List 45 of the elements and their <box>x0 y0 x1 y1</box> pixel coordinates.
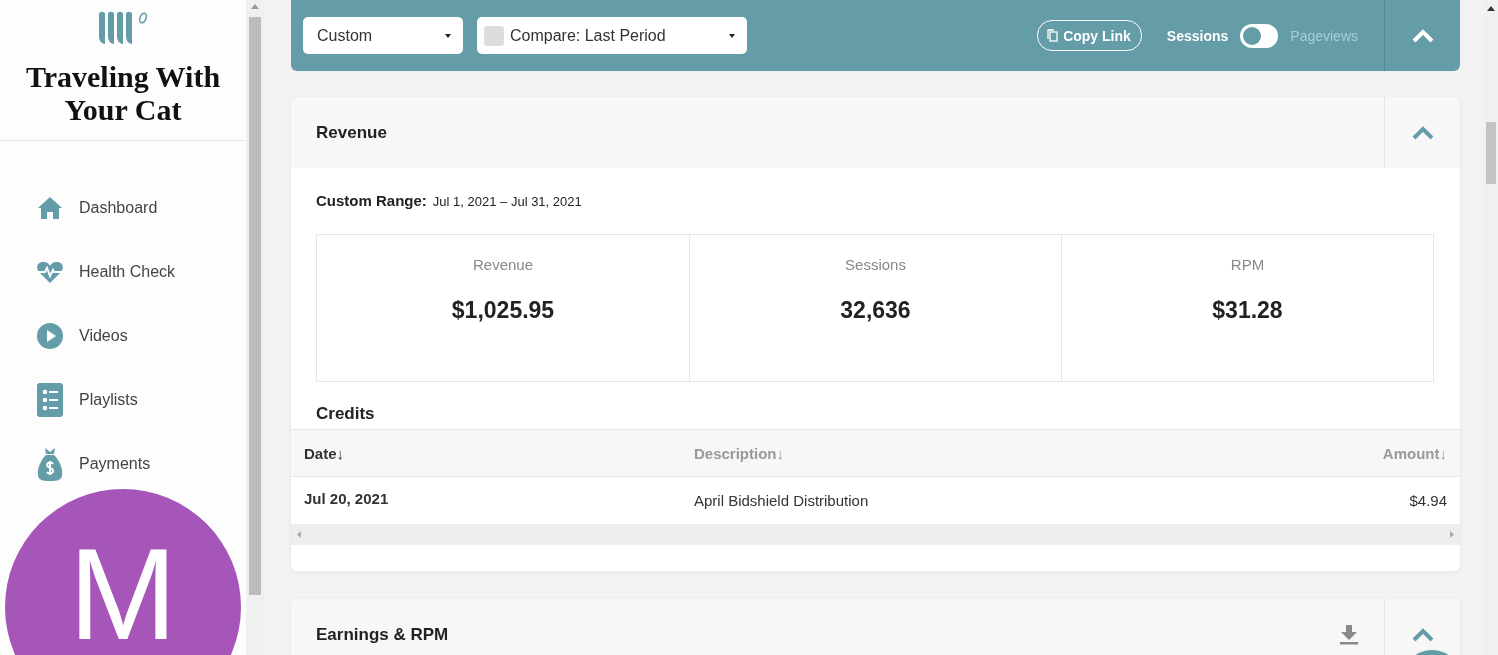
horizontal-scrollbar[interactable] <box>291 524 1460 545</box>
chevron-up-icon[interactable] <box>1411 125 1434 140</box>
scrollbar-thumb[interactable] <box>1486 122 1496 184</box>
heartbeat-icon <box>36 260 64 284</box>
caret-icon <box>729 33 735 38</box>
toggle-label: Sessions <box>1166 27 1229 44</box>
nav-item[interactable]: Payments <box>36 447 151 481</box>
scroll-left-icon[interactable] <box>297 531 301 538</box>
stat-label: RPM <box>1230 256 1265 273</box>
scroll-right-icon[interactable] <box>1450 531 1454 538</box>
scrollbar-thumb[interactable] <box>249 17 261 595</box>
play-icon <box>37 323 63 349</box>
stat-label: Revenue <box>472 256 533 273</box>
nav-item[interactable]: Health Check <box>36 255 176 289</box>
download-icon[interactable] <box>1340 624 1358 645</box>
copy-icon <box>1047 29 1059 42</box>
range-label: Custom Range: <box>316 192 427 209</box>
chevron-up-icon[interactable] <box>1411 627 1434 642</box>
stat-value: $1,025.95 <box>451 297 555 324</box>
caret-icon <box>445 33 451 38</box>
column-header[interactable]: Date↓ <box>291 429 681 477</box>
range-value: Jul 1, 2021 – Jul 31, 2021 <box>432 194 582 209</box>
stat-value: $31.28 <box>1212 297 1283 324</box>
range-dropdown[interactable]: Custom <box>303 17 463 54</box>
home-icon <box>37 196 63 220</box>
section-title: Revenue <box>316 122 388 143</box>
nav-item[interactable]: Playlists <box>36 383 138 417</box>
metric-toggle[interactable] <box>1240 23 1279 48</box>
stat-value: 32,636 <box>840 297 911 324</box>
money-bag-icon <box>37 447 63 481</box>
table-title: Credits <box>316 404 376 424</box>
nav-item[interactable]: Videos <box>36 319 128 353</box>
section-title: Earnings & RPM <box>316 624 450 645</box>
logo-icon <box>97 10 149 46</box>
table-cell: April Bidshield Distribution <box>681 476 1219 524</box>
toggle-label: Pageviews <box>1290 27 1358 44</box>
stat-label: Sessions <box>845 256 906 273</box>
avatar[interactable]: M <box>5 489 241 655</box>
compare-checkbox[interactable] <box>484 25 504 46</box>
compare-dropdown[interactable]: Compare: Last Period <box>477 17 747 54</box>
nav-item[interactable]: Dashboard <box>36 191 158 225</box>
checklist-icon <box>37 383 63 417</box>
table-cell: Jul 20, 2021 <box>291 476 681 524</box>
table-cell: $4.94 <box>1218 476 1460 524</box>
scroll-up-icon[interactable] <box>1487 6 1495 11</box>
